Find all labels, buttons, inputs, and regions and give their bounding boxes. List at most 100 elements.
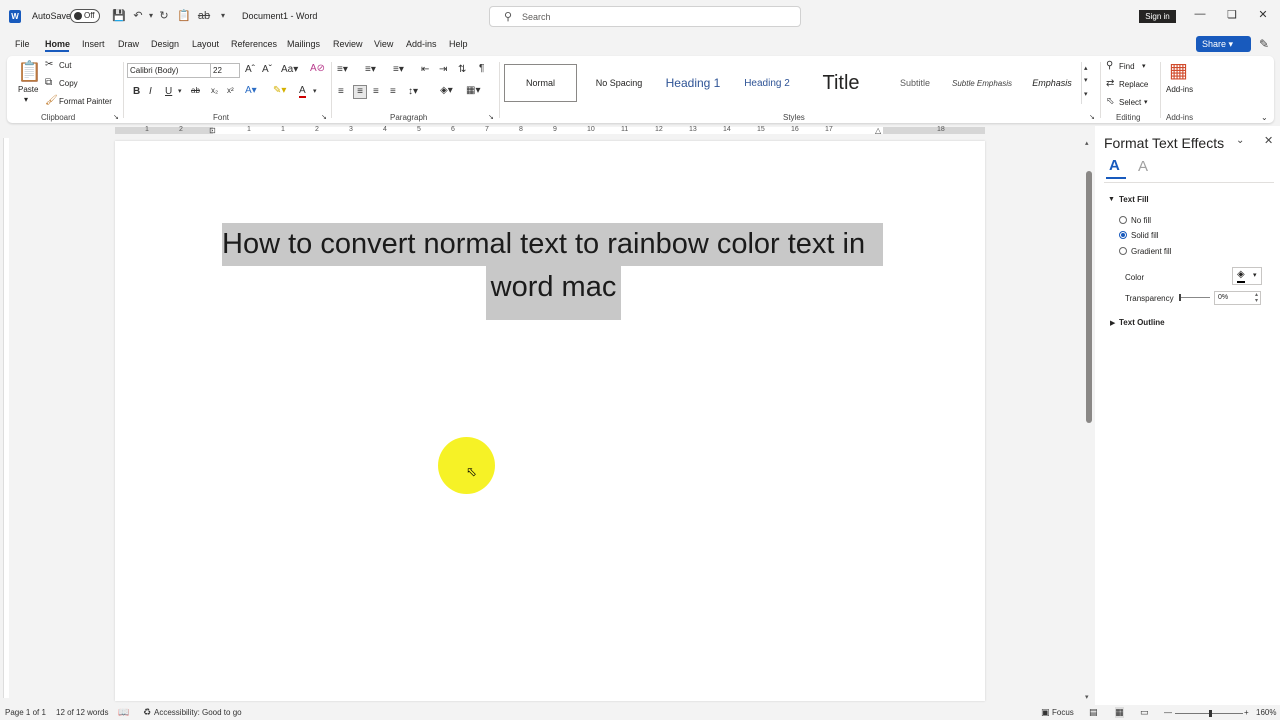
- replace-button[interactable]: Replace: [1119, 80, 1148, 89]
- tab-insert[interactable]: Insert: [82, 39, 105, 49]
- find-dropdown-icon[interactable]: ▾: [1142, 62, 1146, 70]
- collapse-ribbon-icon[interactable]: ⌄: [1261, 113, 1268, 122]
- align-center-icon[interactable]: ≡: [353, 85, 367, 99]
- pane-close-icon[interactable]: ✕: [1264, 134, 1273, 147]
- spin-down-icon[interactable]: ▾: [1255, 297, 1258, 304]
- superscript-icon[interactable]: x²: [227, 86, 234, 95]
- strikethrough-icon[interactable]: ab: [191, 86, 200, 95]
- style-subtle-emphasis[interactable]: Subtle Emphasis: [940, 64, 1024, 102]
- zoom-level[interactable]: 160%: [1256, 708, 1276, 717]
- transparency-input[interactable]: 0% ▴ ▾: [1214, 291, 1261, 305]
- search-input[interactable]: ⚲ Search: [489, 6, 801, 27]
- cut-button[interactable]: Cut: [59, 61, 71, 70]
- replace-icon[interactable]: ⇄: [1106, 78, 1114, 89]
- zoom-out-icon[interactable]: —: [1164, 708, 1172, 717]
- scroll-down-icon[interactable]: ▾: [1085, 693, 1089, 701]
- style-heading-1[interactable]: Heading 1: [656, 64, 730, 102]
- tab-review[interactable]: Review: [333, 39, 363, 49]
- borders-icon[interactable]: ▦▾: [466, 85, 480, 96]
- style-emphasis[interactable]: Emphasis: [1017, 64, 1087, 102]
- undo-icon[interactable]: ↶: [131, 9, 145, 23]
- gradient-fill-label[interactable]: Gradient fill: [1131, 247, 1171, 256]
- solid-fill-radio[interactable]: [1119, 231, 1127, 239]
- find-icon[interactable]: ⚲: [1106, 60, 1113, 71]
- grow-font-icon[interactable]: Aˆ: [245, 64, 255, 75]
- accessibility-icon[interactable]: ♻: [143, 707, 151, 718]
- text-fill-outline-tab[interactable]: A: [1106, 157, 1126, 179]
- transparency-slider-thumb[interactable]: [1179, 294, 1181, 301]
- align-left-icon[interactable]: ≡: [338, 86, 344, 97]
- font-color-icon[interactable]: A: [299, 85, 306, 98]
- copy-button[interactable]: Copy: [59, 79, 78, 88]
- transparency-slider[interactable]: [1179, 294, 1210, 301]
- tab-addins[interactable]: Add-ins: [406, 39, 437, 49]
- increase-indent-icon[interactable]: ⇥: [439, 64, 447, 75]
- tab-home[interactable]: Home: [45, 39, 70, 49]
- italic-icon[interactable]: I: [149, 86, 152, 97]
- paste-button[interactable]: Paste: [18, 85, 38, 94]
- focus-button[interactable]: Focus: [1052, 708, 1074, 717]
- style-no-spacing[interactable]: No Spacing: [582, 64, 656, 102]
- vertical-scrollbar[interactable]: ▴ ▾: [1085, 139, 1093, 701]
- focus-icon[interactable]: ▣: [1041, 707, 1050, 718]
- minimize-icon[interactable]: —: [1193, 8, 1207, 24]
- word-count[interactable]: 12 of 12 words: [56, 708, 108, 717]
- solid-fill-label[interactable]: Solid fill: [1131, 231, 1159, 240]
- bold-icon[interactable]: B: [133, 86, 140, 97]
- font-color-dropdown-icon[interactable]: ▾: [313, 87, 317, 95]
- style-title[interactable]: Title: [804, 64, 878, 102]
- web-layout-icon[interactable]: ▭: [1140, 707, 1149, 718]
- style-normal[interactable]: Normal: [504, 64, 577, 102]
- zoom-slider-thumb[interactable]: [1209, 710, 1212, 717]
- signin-button[interactable]: Sign in: [1139, 10, 1176, 23]
- bullets-icon[interactable]: ≡▾: [337, 64, 348, 75]
- undo-dropdown-icon[interactable]: ▾: [144, 9, 158, 23]
- autosave-toggle[interactable]: Off: [70, 9, 100, 23]
- tab-draw[interactable]: Draw: [118, 39, 139, 49]
- styles-scroll-up-icon[interactable]: ▴: [1084, 64, 1088, 72]
- read-mode-icon[interactable]: ▤: [1089, 707, 1098, 718]
- paragraph-launcher-icon[interactable]: ↘: [488, 113, 494, 121]
- tab-mailings[interactable]: Mailings: [287, 39, 320, 49]
- customize-qat-icon[interactable]: ▾: [216, 9, 230, 23]
- scroll-up-icon[interactable]: ▴: [1085, 139, 1089, 147]
- align-right-icon[interactable]: ≡: [373, 86, 379, 97]
- no-fill-radio[interactable]: [1119, 216, 1127, 224]
- font-name-combo[interactable]: Calibri (Body): [127, 63, 211, 78]
- underline-icon[interactable]: U: [165, 86, 172, 97]
- share-button[interactable]: Share ▾: [1196, 36, 1251, 52]
- selected-text-line-1[interactable]: How to convert normal text to rainbow co…: [222, 223, 883, 266]
- styles-launcher-icon[interactable]: ↘: [1089, 113, 1095, 121]
- shrink-font-icon[interactable]: Aˇ: [262, 64, 272, 75]
- text-outline-expand-icon[interactable]: ▶: [1110, 319, 1115, 327]
- shading-icon[interactable]: ◈▾: [440, 85, 453, 96]
- text-fill-expand-icon[interactable]: ▼: [1108, 196, 1115, 203]
- styles-more-icon[interactable]: ▾: [1084, 90, 1088, 98]
- comments-icon[interactable]: ✎: [1259, 37, 1269, 51]
- format-painter-icon[interactable]: 🖌: [45, 95, 58, 106]
- font-launcher-icon[interactable]: ↘: [321, 113, 327, 121]
- color-picker-button[interactable]: ◈ ▾: [1232, 267, 1262, 285]
- selected-text-line-2[interactable]: word mac: [486, 266, 621, 320]
- addins-button[interactable]: Add-ins: [1166, 85, 1193, 94]
- multilevel-list-icon[interactable]: ≡▾: [393, 64, 404, 75]
- paste-dropdown-icon[interactable]: ▾: [24, 95, 28, 104]
- decrease-indent-icon[interactable]: ⇤: [421, 64, 429, 75]
- accessibility-status[interactable]: Accessibility: Good to go: [154, 708, 242, 717]
- tab-references[interactable]: References: [231, 39, 277, 49]
- paste-icon[interactable]: 📋: [17, 59, 42, 84]
- font-size-combo[interactable]: 22: [210, 63, 240, 78]
- change-case-icon[interactable]: Aa▾: [281, 64, 298, 75]
- close-icon[interactable]: ✕: [1256, 8, 1270, 24]
- clipboard-icon[interactable]: 📋: [177, 9, 191, 23]
- select-icon[interactable]: ⬁: [1106, 96, 1114, 107]
- format-painter-button[interactable]: Format Painter: [59, 97, 112, 106]
- styles-scroll-down-icon[interactable]: ▾: [1084, 76, 1088, 84]
- indent-marker-icon[interactable]: ⊡: [209, 126, 216, 135]
- restore-icon[interactable]: ❏: [1225, 8, 1239, 24]
- text-effects-icon[interactable]: A▾: [245, 85, 257, 96]
- zoom-in-icon[interactable]: +: [1244, 708, 1249, 717]
- select-button[interactable]: Select: [1119, 98, 1141, 107]
- underline-dropdown-icon[interactable]: ▾: [178, 87, 182, 95]
- copy-icon[interactable]: ⧉: [45, 77, 52, 88]
